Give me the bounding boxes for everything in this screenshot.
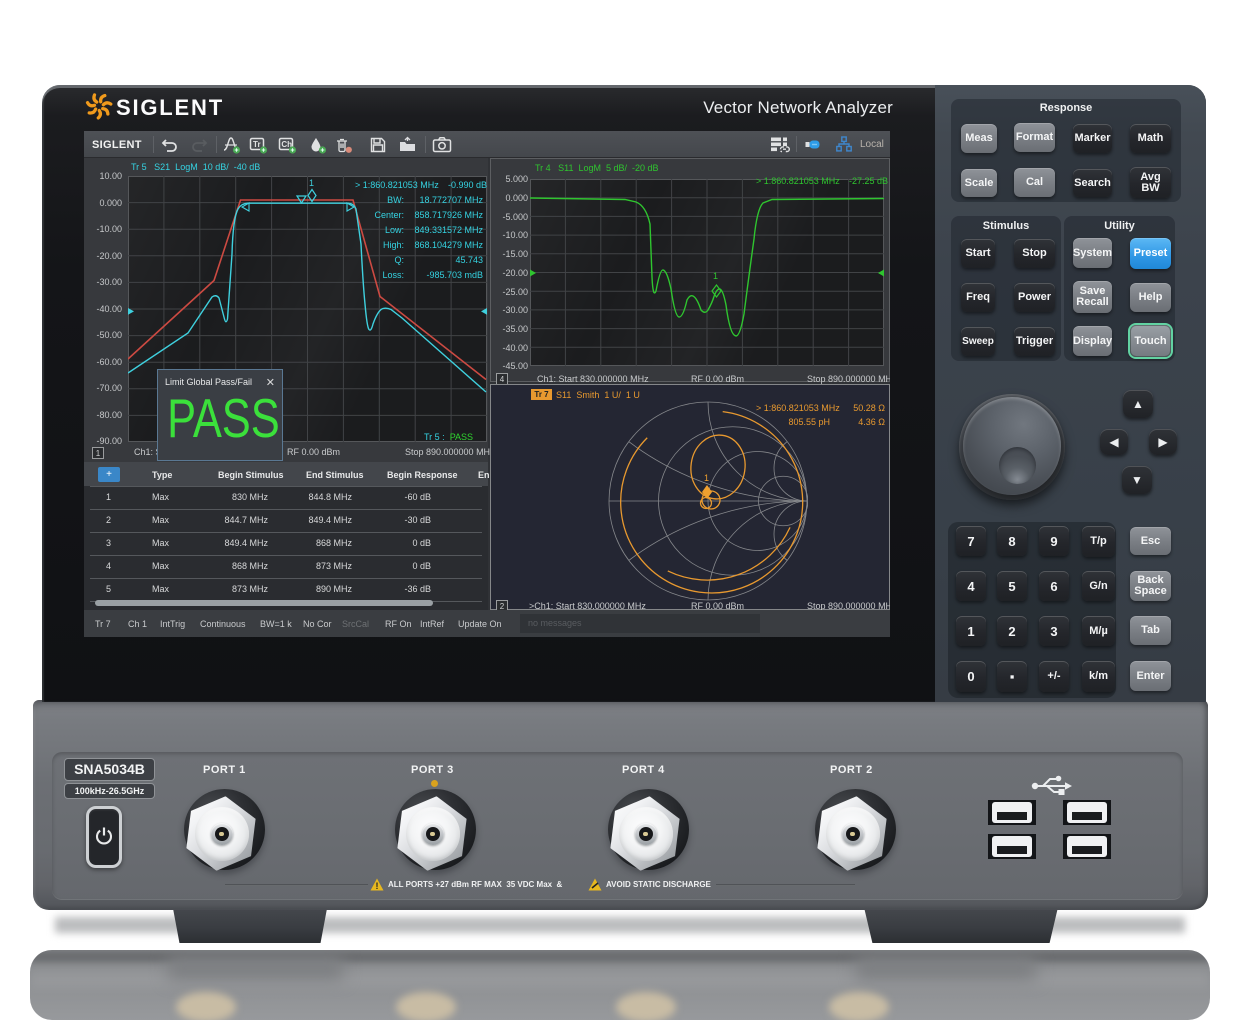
svg-text:Tr: Tr bbox=[253, 140, 261, 149]
svg-text:1: 1 bbox=[713, 271, 718, 281]
svg-text:1: 1 bbox=[704, 473, 709, 483]
svg-text:1: 1 bbox=[309, 178, 314, 188]
svg-text:!: ! bbox=[376, 881, 379, 891]
